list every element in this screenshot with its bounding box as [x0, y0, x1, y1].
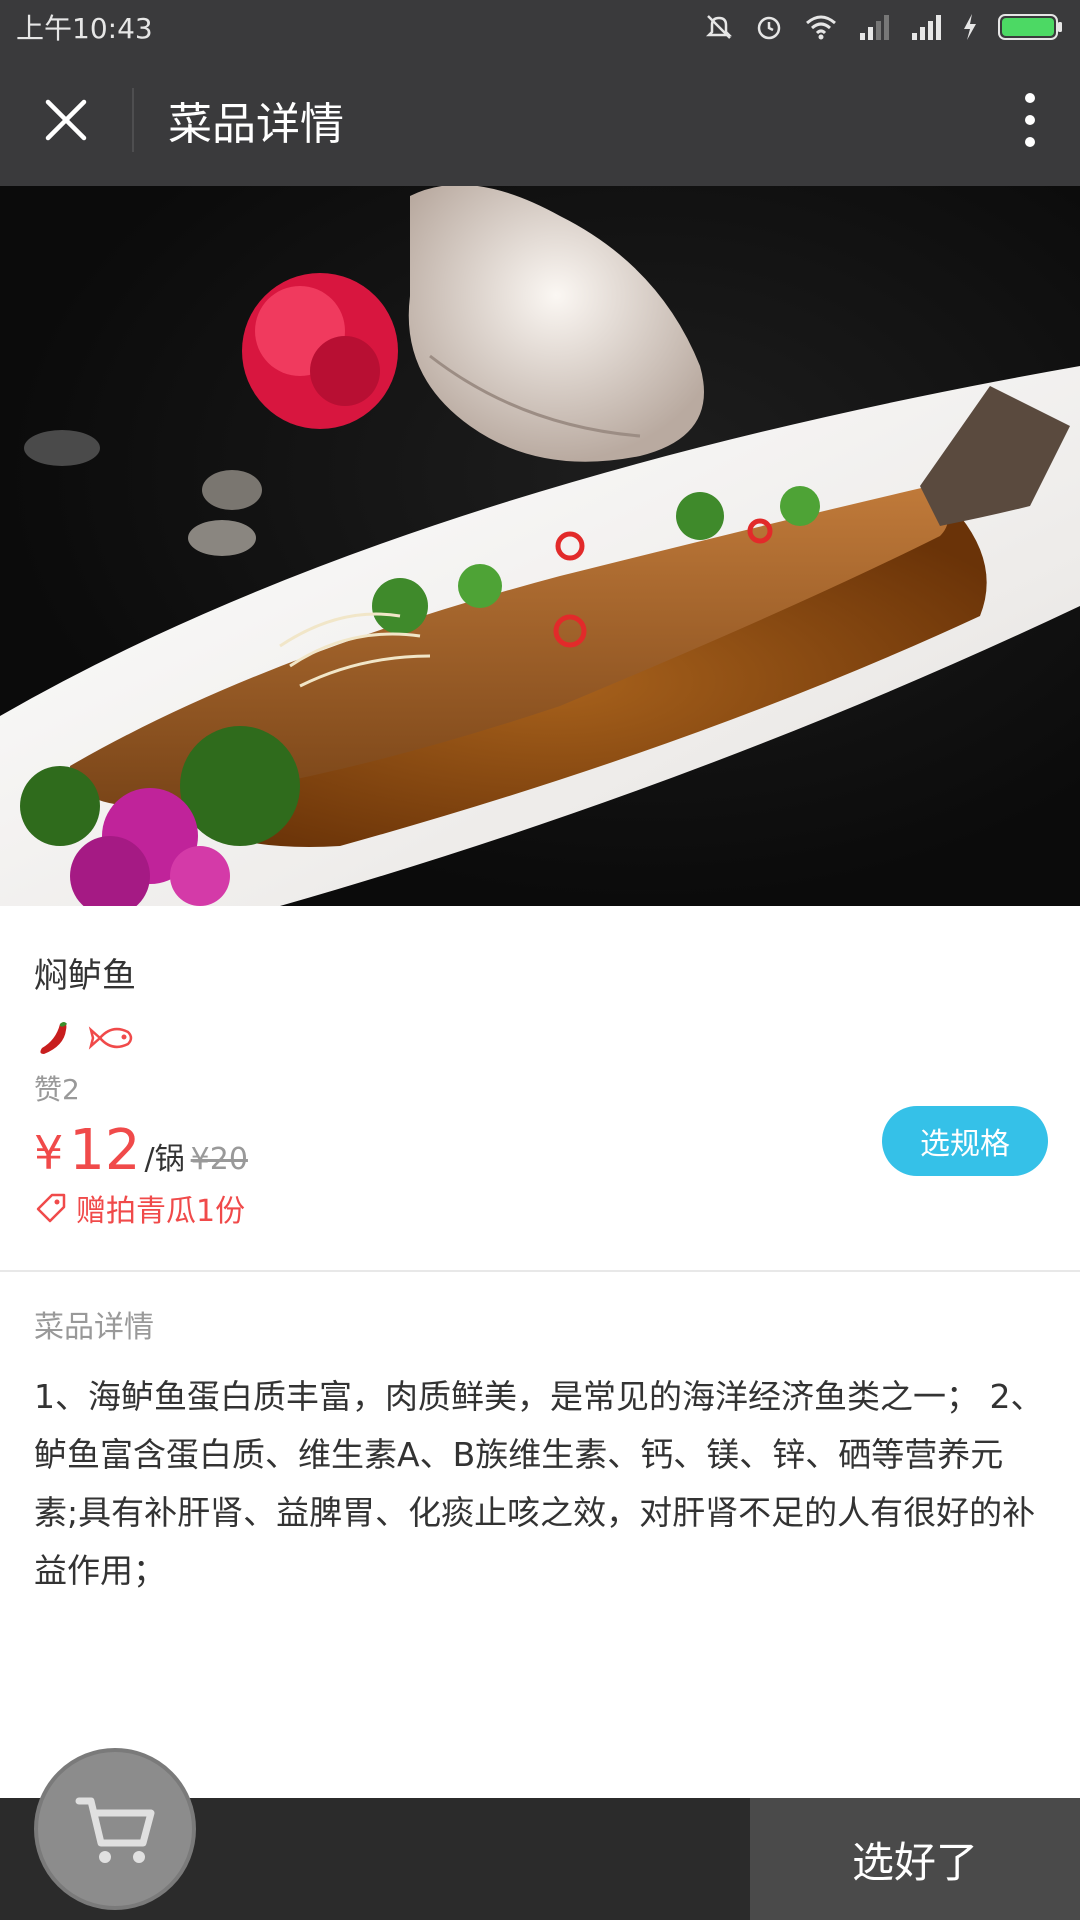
- done-button[interactable]: 选好了: [750, 1798, 1080, 1920]
- dish-info: 焖鲈鱼 赞2 ¥ 12 /锅 ¥20 赠拍青瓜1份 选规格: [0, 906, 1080, 1270]
- signal-icon: [912, 15, 941, 40]
- tag-icon: [36, 1193, 66, 1223]
- status-bar: 上午10:43: [0, 0, 1080, 54]
- wifi-icon: [806, 15, 836, 40]
- alarm-icon: [757, 16, 781, 40]
- fish-icon: [88, 1026, 133, 1050]
- close-icon: [45, 99, 87, 141]
- cart-button[interactable]: [34, 1748, 196, 1910]
- price-unit: /锅: [144, 1142, 185, 1177]
- more-vertical-icon: [1025, 93, 1035, 147]
- like-count: 赞2: [34, 1073, 80, 1106]
- price-value: 12: [69, 1118, 141, 1183]
- detail-section-title: 菜品详情: [34, 1310, 154, 1345]
- charging-icon: [964, 14, 976, 40]
- dish-detail-section: 菜品详情 1、海鲈鱼蛋白质丰富，肉质鲜美，是常见的海洋经济鱼类之一； 2、鲈鱼富…: [0, 1272, 1080, 1798]
- cart-icon: [75, 1797, 155, 1863]
- bell-off-icon: [705, 15, 733, 39]
- title-divider: [132, 88, 134, 152]
- dish-tags: [34, 1018, 138, 1058]
- promo-text: 赠拍青瓜1份: [76, 1194, 246, 1229]
- dish-image: [0, 186, 1080, 906]
- status-time: 上午10:43: [16, 12, 153, 45]
- status-icons: [704, 12, 1064, 42]
- promo-note: 赠拍青瓜1份: [34, 1186, 245, 1230]
- detail-description: 1、海鲈鱼蛋白质丰富，肉质鲜美，是常见的海洋经济鱼类之一； 2、鲈鱼富含蛋白质、…: [34, 1377, 1044, 1590]
- page-title: 菜品详情: [168, 99, 344, 150]
- original-price: ¥20: [190, 1142, 248, 1177]
- more-button[interactable]: [980, 54, 1080, 186]
- select-spec-button[interactable]: 选规格: [882, 1106, 1048, 1176]
- close-button[interactable]: [0, 54, 132, 186]
- chili-icon: [40, 1022, 67, 1054]
- dish-name: 焖鲈鱼: [34, 956, 136, 996]
- price-row: ¥ 12 /锅 ¥20: [34, 1118, 248, 1183]
- signal-icon: [860, 15, 889, 40]
- battery-icon: [998, 14, 1062, 40]
- price-currency: ¥: [34, 1126, 64, 1180]
- title-bar: 菜品详情: [0, 54, 1080, 186]
